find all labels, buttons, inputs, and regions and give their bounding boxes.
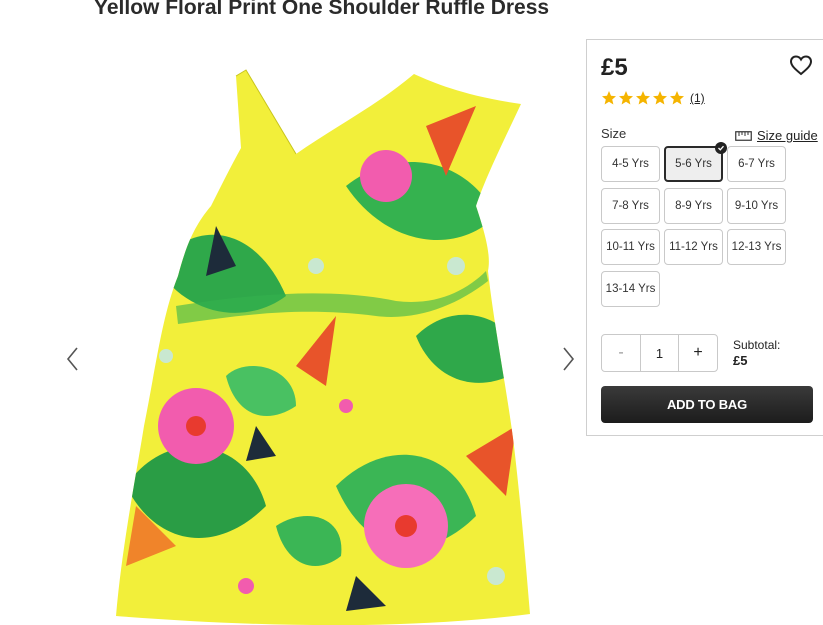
- product-gallery: [0, 40, 580, 625]
- purchase-panel: £5 (1) Size Size guide 4-5 Yrs 5-6 Yrs 6…: [586, 39, 823, 436]
- subtotal: Subtotal: £5: [733, 337, 780, 369]
- size-option[interactable]: 7-8 Yrs: [601, 188, 660, 224]
- star-icon: [602, 91, 616, 105]
- star-rating: [601, 90, 685, 106]
- size-option-selected[interactable]: 5-6 Yrs: [664, 142, 727, 182]
- product-image: [116, 69, 530, 625]
- size-option[interactable]: 8-9 Yrs: [664, 188, 723, 224]
- quantity-stepper: - 1 +: [601, 334, 718, 372]
- size-option[interactable]: 11-12 Yrs: [664, 229, 723, 265]
- size-option[interactable]: 13-14 Yrs: [601, 271, 660, 307]
- rating: (1): [601, 90, 705, 106]
- size-option[interactable]: 6-7 Yrs: [727, 146, 786, 182]
- gallery-prev-button[interactable]: [61, 344, 85, 374]
- size-label: Size: [601, 126, 627, 141]
- size-option-label: 4-5 Yrs: [612, 158, 649, 170]
- size-option[interactable]: 9-10 Yrs: [727, 188, 786, 224]
- chevron-right-icon: [563, 347, 575, 371]
- size-option-label: 8-9 Yrs: [675, 200, 712, 212]
- size-option-label: 5-6 Yrs: [675, 158, 712, 170]
- star-icon: [670, 91, 684, 105]
- product-title: Yellow Floral Print One Shoulder Ruffle …: [94, 0, 550, 19]
- product-price: £5: [601, 54, 628, 81]
- size-option[interactable]: 4-5 Yrs: [601, 146, 660, 182]
- heart-icon: [789, 55, 813, 76]
- size-option-label: 6-7 Yrs: [738, 158, 775, 170]
- size-option-label: 10-11 Yrs: [606, 241, 655, 253]
- star-icon: [653, 91, 667, 105]
- ruler-icon: [735, 130, 752, 141]
- size-option-label: 9-10 Yrs: [734, 200, 779, 212]
- subtotal-label: Subtotal:: [733, 338, 781, 352]
- size-option-label: 11-12 Yrs: [669, 241, 718, 253]
- wishlist-button[interactable]: [788, 52, 814, 78]
- size-option-label: 13-14 Yrs: [605, 283, 656, 295]
- star-icon: [619, 91, 633, 105]
- size-option-label: 12-13 Yrs: [731, 241, 782, 253]
- quantity-increase-button[interactable]: +: [679, 335, 717, 371]
- size-option[interactable]: 10-11 Yrs: [601, 229, 660, 265]
- quantity-decrease-button[interactable]: -: [602, 335, 640, 371]
- size-guide-label: Size guide: [757, 128, 818, 143]
- review-count-link[interactable]: (1): [690, 91, 705, 105]
- size-option-label: 7-8 Yrs: [612, 200, 649, 212]
- gallery-next-button[interactable]: [556, 344, 580, 374]
- quantity-value[interactable]: 1: [640, 335, 679, 371]
- subtotal-amount: £5: [733, 353, 748, 368]
- size-guide-link[interactable]: Size guide: [735, 128, 818, 143]
- size-option[interactable]: 12-13 Yrs: [727, 229, 786, 265]
- check-icon: [715, 142, 727, 154]
- add-to-bag-button[interactable]: ADD TO BAG: [601, 386, 813, 423]
- star-icon: [636, 91, 650, 105]
- chevron-left-icon: [66, 347, 78, 371]
